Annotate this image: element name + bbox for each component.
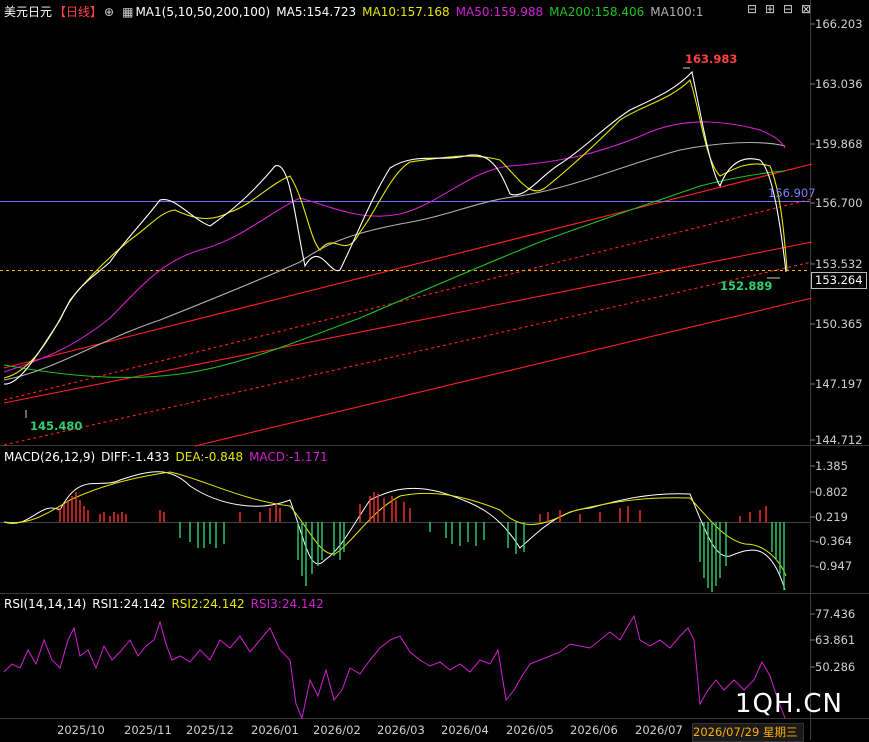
- price-tick: 159.868: [815, 137, 863, 151]
- high-annotation: 163.983: [685, 52, 738, 66]
- price-tick: 153.532: [815, 257, 863, 271]
- hline-annotation: 156.907: [768, 186, 816, 200]
- chart-canvas: [0, 0, 869, 740]
- macd-diff-line: [3, 471, 786, 591]
- price-tick: 144.712: [815, 433, 863, 447]
- x-axis-label: 2026/02: [313, 723, 361, 737]
- macd-dea-line: [3, 471, 787, 577]
- macd-tick: -0.947: [815, 559, 853, 573]
- x-axis-label: 2026/04: [441, 723, 489, 737]
- recent-low-annotation: 152.889: [720, 279, 773, 293]
- macd-tick: -0.364: [815, 534, 853, 548]
- rsi-line: [3, 614, 786, 720]
- price-tick: 147.197: [815, 377, 863, 391]
- cursor-date: 2026/07/29: [693, 725, 760, 739]
- watermark-logo: 1QH.CN: [735, 689, 843, 719]
- last-price-tag: 153.264: [811, 272, 867, 289]
- price-tick: 163.036: [815, 77, 863, 91]
- price-tick: 156.700: [815, 196, 863, 210]
- macd-tick: 1.385: [815, 459, 848, 473]
- trend-channel: [3, 163, 813, 447]
- price-tick: 150.365: [815, 317, 863, 331]
- ma5-line: [3, 70, 787, 385]
- macd-tick: 0.802: [815, 485, 848, 499]
- x-axis-label: 2026/05: [506, 723, 554, 737]
- cursor-weekday: 星期三: [762, 725, 798, 739]
- x-axis-label: 2026/06: [570, 723, 618, 737]
- x-axis-label: 2026/01: [251, 723, 299, 737]
- low-annotation: 145.480: [30, 419, 83, 433]
- x-axis-label: 2025/11: [124, 723, 172, 737]
- x-axis-label: 2026/03: [377, 723, 425, 737]
- ma10-line: [3, 78, 788, 379]
- rsi-tick: 77.436: [815, 607, 856, 621]
- cursor-date-badge: 2026/07/29 星期三: [692, 723, 804, 742]
- macd-tick: 0.219: [815, 510, 848, 524]
- macd-histogram: [59, 492, 785, 592]
- x-axis-label: 2025/10: [57, 723, 105, 737]
- rsi-tick: 50.286: [815, 660, 856, 674]
- x-axis-label: 2026/07: [635, 723, 683, 737]
- x-axis-label: 2025/12: [186, 723, 234, 737]
- price-tick: 166.203: [815, 17, 863, 31]
- rsi-tick: 63.861: [815, 633, 856, 647]
